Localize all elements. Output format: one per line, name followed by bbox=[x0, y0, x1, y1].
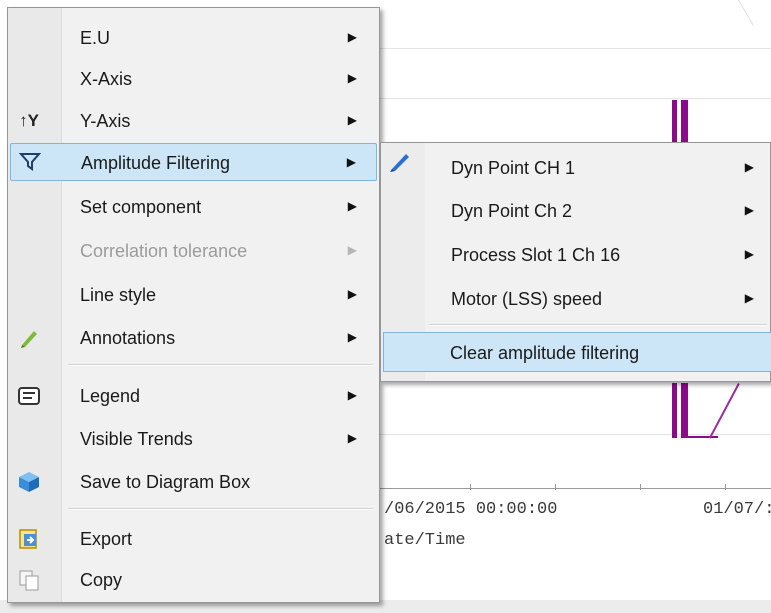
menu-item-export[interactable]: Export bbox=[10, 520, 377, 558]
submenu-arrow-icon: ▶ bbox=[744, 247, 754, 261]
menu-item-x-axis[interactable]: X-Axis ▶ bbox=[10, 60, 377, 98]
submenu-arrow-icon: ▶ bbox=[744, 203, 754, 217]
submenu-arrow-icon: ▶ bbox=[347, 71, 357, 85]
submenu-arrow-icon: ▶ bbox=[347, 113, 357, 127]
submenu-item-dyn-point-ch2[interactable]: Dyn Point Ch 2 ▶ bbox=[383, 191, 771, 231]
menu-item-label: Export bbox=[80, 529, 133, 549]
menu-item-label: Legend bbox=[80, 386, 141, 406]
x-axis-label: ate/Time bbox=[384, 531, 466, 550]
submenu-arrow-icon: ▶ bbox=[347, 243, 357, 257]
trend-bar bbox=[681, 383, 688, 438]
menu-item-save-to-diagram-box[interactable]: Save to Diagram Box bbox=[10, 463, 377, 501]
submenu-item-clear-amplitude-filtering[interactable]: Clear amplitude filtering bbox=[383, 332, 771, 372]
submenu-arrow-icon: ▶ bbox=[347, 199, 357, 213]
submenu-arrow-icon: ▶ bbox=[744, 291, 754, 305]
x-axis-line bbox=[380, 488, 771, 489]
menu-item-label: Annotations bbox=[80, 328, 176, 348]
filter-icon bbox=[17, 149, 43, 175]
trend-bar bbox=[688, 436, 718, 438]
gridline bbox=[380, 48, 771, 49]
submenu-item-dyn-point-ch1[interactable]: Dyn Point CH 1 ▶ bbox=[383, 148, 771, 188]
menu-item-legend[interactable]: Legend ▶ bbox=[10, 377, 377, 415]
menu-item-copy[interactable]: Copy bbox=[10, 561, 377, 599]
amplitude-filtering-submenu: Dyn Point CH 1 ▶ Dyn Point Ch 2 ▶ Proces… bbox=[380, 142, 771, 382]
menu-item-amplitude-filtering[interactable]: Amplitude Filtering ▶ bbox=[10, 143, 377, 181]
menu-item-label: X-Axis bbox=[80, 69, 133, 89]
menu-separator bbox=[68, 364, 373, 366]
menu-item-label: Dyn Point CH 1 bbox=[451, 158, 576, 178]
trend-bar bbox=[681, 100, 688, 142]
cube-icon bbox=[16, 469, 42, 495]
pencil-icon bbox=[16, 325, 42, 351]
menu-item-visible-trends[interactable]: Visible Trends ▶ bbox=[10, 420, 377, 458]
gridline bbox=[380, 98, 771, 99]
menu-item-line-style[interactable]: Line style ▶ bbox=[10, 276, 377, 314]
submenu-arrow-icon: ▶ bbox=[347, 330, 357, 344]
menu-item-label: Line style bbox=[80, 285, 157, 305]
submenu-arrow-icon: ▶ bbox=[346, 155, 356, 169]
context-menu: E.U ▶ X-Axis ▶ ↑Y Y-Axis ▶ Amplitude Fil… bbox=[7, 7, 380, 603]
menu-item-label: Process Slot 1 Ch 16 bbox=[451, 245, 621, 265]
submenu-arrow-icon: ▶ bbox=[347, 388, 357, 402]
trend-line bbox=[738, 0, 754, 26]
x-axis-tick bbox=[725, 484, 726, 490]
menu-item-label: Dyn Point Ch 2 bbox=[451, 201, 573, 221]
trend-bar bbox=[672, 100, 677, 142]
submenu-arrow-icon: ▶ bbox=[347, 30, 357, 44]
menu-item-label: Y-Axis bbox=[80, 111, 131, 131]
menu-item-eu[interactable]: E.U ▶ bbox=[10, 19, 377, 57]
menu-item-label: Save to Diagram Box bbox=[80, 472, 251, 492]
x-axis-tick-label: /06/2015 00:00:00 bbox=[384, 500, 558, 519]
menu-item-label: Visible Trends bbox=[80, 429, 193, 449]
trend-bar bbox=[672, 383, 677, 438]
menu-item-label: Set component bbox=[80, 197, 202, 217]
y-axis-icon: ↑Y bbox=[19, 111, 39, 130]
trend-line bbox=[708, 383, 740, 439]
menu-item-label: Amplitude Filtering bbox=[81, 153, 231, 173]
copy-icon bbox=[16, 567, 42, 593]
menu-item-label: E.U bbox=[80, 28, 111, 48]
export-icon bbox=[16, 526, 42, 552]
menu-item-label: Correlation tolerance bbox=[80, 241, 248, 261]
menu-separator bbox=[429, 324, 767, 326]
menu-item-correlation-tolerance[interactable]: Correlation tolerance ▶ bbox=[10, 232, 377, 270]
x-axis-tick bbox=[470, 484, 471, 490]
menu-item-label: Copy bbox=[80, 570, 123, 590]
menu-item-set-component[interactable]: Set component ▶ bbox=[10, 188, 377, 226]
menu-item-label: Clear amplitude filtering bbox=[450, 343, 640, 363]
menu-item-y-axis[interactable]: ↑Y Y-Axis ▶ bbox=[10, 102, 377, 140]
menu-item-label: Motor (LSS) speed bbox=[451, 289, 603, 309]
submenu-arrow-icon: ▶ bbox=[347, 287, 357, 301]
submenu-arrow-icon: ▶ bbox=[347, 431, 357, 445]
menu-separator bbox=[68, 508, 373, 510]
submenu-item-process-slot1-ch16[interactable]: Process Slot 1 Ch 16 ▶ bbox=[383, 235, 771, 275]
x-axis-tick-label: 01/07/: bbox=[703, 500, 771, 519]
legend-icon bbox=[16, 383, 42, 409]
x-axis-tick bbox=[640, 484, 641, 490]
menu-item-annotations[interactable]: Annotations ▶ bbox=[10, 319, 377, 357]
x-axis-tick bbox=[555, 484, 556, 490]
submenu-item-motor-lss-speed[interactable]: Motor (LSS) speed ▶ bbox=[383, 279, 771, 319]
submenu-arrow-icon: ▶ bbox=[744, 160, 754, 174]
